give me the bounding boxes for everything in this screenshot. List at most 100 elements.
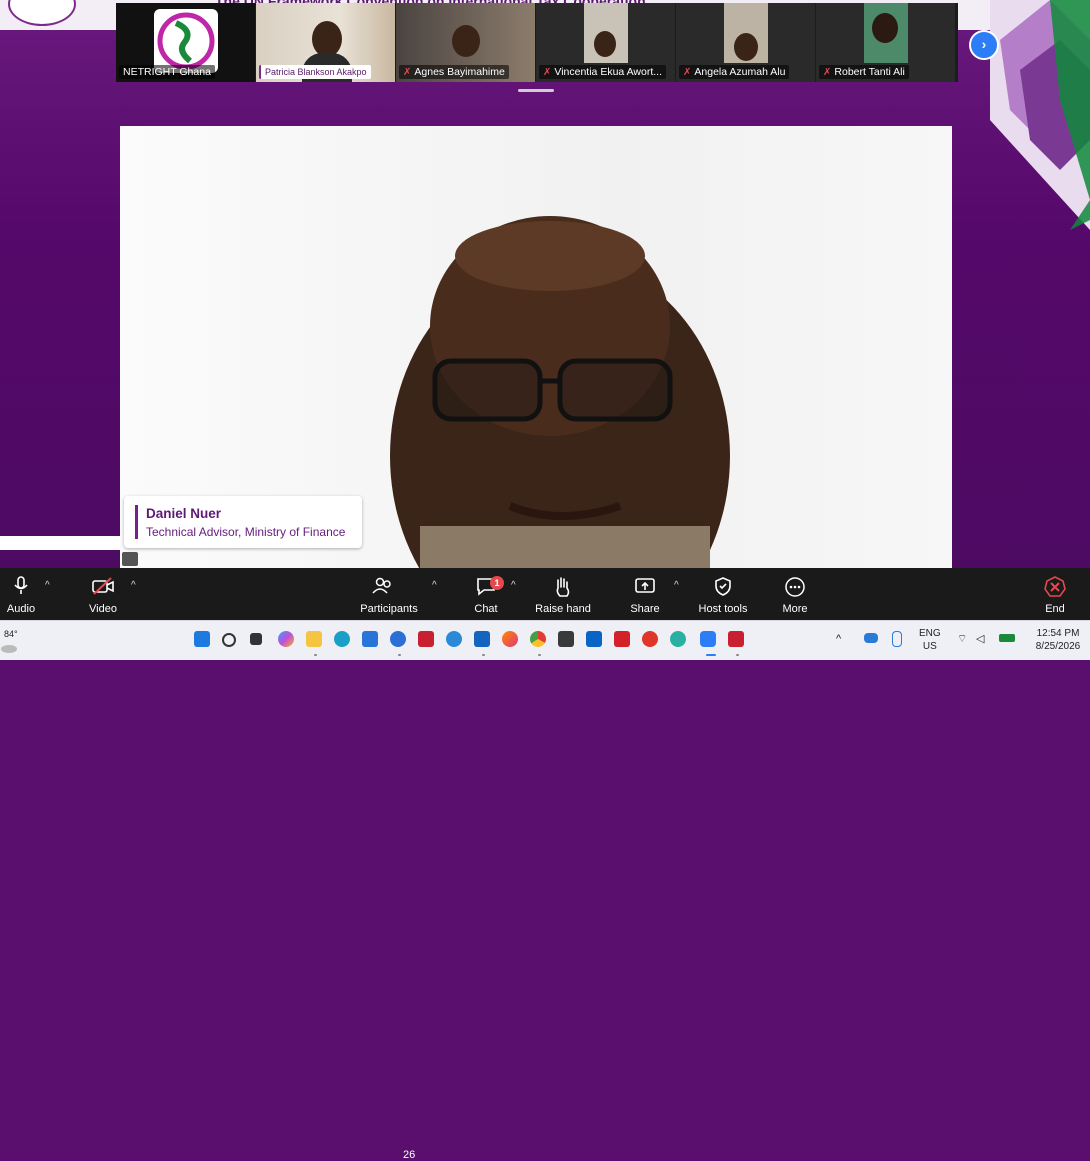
mic-muted-icon: ✗ bbox=[683, 67, 692, 78]
region-code: US bbox=[922, 641, 937, 652]
running-indicator bbox=[398, 654, 401, 656]
mic-muted-icon: ✗ bbox=[543, 67, 552, 78]
outlook-icon[interactable] bbox=[474, 631, 490, 647]
participants-label: Participants bbox=[360, 603, 418, 615]
mic-muted-icon: ✗ bbox=[403, 67, 412, 78]
more-button[interactable]: More bbox=[776, 568, 814, 620]
participant-thumbnail-strip: NETRIGHT Ghana Patricia Blankson Akakpo … bbox=[116, 3, 958, 82]
cc-icon[interactable] bbox=[642, 631, 658, 647]
clock[interactable]: 12:54 PM 8/25/2026 bbox=[1030, 627, 1086, 653]
more-label: More bbox=[782, 603, 808, 615]
connection-signal-icon[interactable] bbox=[122, 552, 138, 566]
microphone-icon bbox=[14, 576, 28, 594]
participant-tile[interactable]: ✗ Vincentia Ekua Awort... bbox=[536, 3, 675, 82]
participant-name: ✗ Vincentia Ekua Awort... bbox=[539, 65, 666, 79]
battery-icon[interactable] bbox=[999, 634, 1015, 642]
acrobat-icon[interactable] bbox=[614, 631, 630, 647]
participant-tile[interactable]: NETRIGHT Ghana bbox=[116, 3, 255, 82]
meeting-stage: The UN Framework Convention on Internati… bbox=[0, 0, 1090, 568]
speaker-volume-icon[interactable]: ◁ bbox=[976, 633, 984, 646]
audio-button[interactable]: Audio bbox=[0, 568, 42, 620]
accent-bar bbox=[135, 505, 138, 539]
speaker-title: Technical Advisor, Ministry of Finance bbox=[146, 525, 346, 539]
running-indicator bbox=[314, 654, 317, 656]
task-view-icon[interactable] bbox=[250, 633, 262, 645]
speaker-name-card: Daniel Nuer Technical Advisor, Ministry … bbox=[124, 496, 362, 548]
participant-name: ✗ Angela Azumah Alu bbox=[679, 65, 790, 79]
chat-options-chevron-icon[interactable]: ^ bbox=[511, 580, 516, 591]
participants-button[interactable]: Participants bbox=[355, 568, 423, 620]
meeting-toolbar: Audio ^ Video ^ Participants 26 ^ Chat ^… bbox=[0, 568, 1090, 1161]
slide-edge bbox=[0, 536, 120, 550]
next-page-chevron-icon[interactable]: › bbox=[969, 30, 999, 60]
speaker-name: Daniel Nuer bbox=[146, 506, 222, 521]
chat-unread-badge: 1 bbox=[490, 576, 504, 590]
chrome-icon[interactable] bbox=[530, 631, 546, 647]
file-explorer-icon[interactable] bbox=[306, 631, 322, 647]
search-icon[interactable] bbox=[222, 633, 236, 647]
wifi-icon[interactable]: ⌔ bbox=[957, 633, 967, 646]
clock-time: 12:54 PM bbox=[1036, 628, 1080, 639]
video-options-chevron-icon[interactable]: ^ bbox=[131, 580, 136, 591]
event-logo bbox=[8, 0, 76, 26]
active-indicator bbox=[706, 654, 716, 656]
participant-name: Patricia Blankson Akakpo bbox=[259, 65, 371, 79]
edge-beta-icon[interactable] bbox=[670, 631, 686, 647]
participant-tile[interactable]: Patricia Blankson Akakpo bbox=[256, 3, 395, 82]
share-label: Share bbox=[630, 603, 660, 615]
microphone-tray-icon[interactable] bbox=[892, 631, 902, 647]
running-indicator bbox=[538, 654, 541, 656]
host-tools-label: Host tools bbox=[698, 603, 748, 615]
participants-options-chevron-icon[interactable]: ^ bbox=[432, 580, 437, 591]
host-tools-button[interactable]: Host tools bbox=[694, 568, 752, 620]
mcafee-icon[interactable] bbox=[418, 631, 434, 647]
sticky-icon[interactable] bbox=[558, 631, 574, 647]
show-hidden-icons-chevron-icon[interactable]: ^ bbox=[836, 633, 841, 646]
weather-cloud-icon bbox=[1, 645, 17, 653]
raise-hand-button[interactable]: Raise hand bbox=[535, 568, 591, 620]
audio-label: Audio bbox=[6, 603, 36, 615]
app-icon[interactable] bbox=[446, 631, 462, 647]
zoom-icon[interactable] bbox=[700, 631, 716, 647]
video-off-icon bbox=[92, 577, 114, 595]
participant-name: NETRIGHT Ghana bbox=[119, 65, 215, 79]
end-call-icon bbox=[1044, 576, 1066, 597]
participant-tile[interactable]: ✗ Angela Azumah Alu bbox=[676, 3, 815, 82]
share-button[interactable]: Share bbox=[626, 568, 664, 620]
participant-name: ✗ Robert Tanti Ali bbox=[819, 65, 909, 79]
participant-name: ✗ Agnes Bayimahime bbox=[399, 65, 509, 79]
raise-hand-icon bbox=[556, 577, 570, 597]
store-icon[interactable] bbox=[362, 631, 378, 647]
participant-tile[interactable]: ✗ Robert Tanti Ali bbox=[816, 3, 955, 82]
language-indicator[interactable]: ENG US bbox=[919, 627, 941, 653]
end-meeting-button[interactable]: End bbox=[1036, 568, 1074, 620]
windows-start-icon[interactable] bbox=[194, 631, 210, 647]
copilot-icon[interactable] bbox=[278, 631, 294, 647]
strip-drag-handle[interactable] bbox=[518, 89, 554, 92]
video-label: Video bbox=[89, 603, 117, 615]
running-indicator bbox=[736, 654, 739, 656]
more-options-icon bbox=[785, 577, 805, 597]
participant-tile[interactable]: ✗ Agnes Bayimahime bbox=[396, 3, 535, 82]
share-screen-icon bbox=[635, 578, 655, 593]
language-code: ENG bbox=[919, 628, 941, 639]
participants-count: 26 bbox=[403, 1149, 416, 1161]
video-button[interactable]: Video bbox=[82, 568, 124, 620]
shield-icon bbox=[715, 577, 731, 596]
share-options-chevron-icon[interactable]: ^ bbox=[674, 580, 679, 591]
edge-icon[interactable] bbox=[334, 631, 350, 647]
raise-hand-label: Raise hand bbox=[535, 603, 591, 615]
firefox-icon[interactable] bbox=[502, 631, 518, 647]
audio-options-chevron-icon[interactable]: ^ bbox=[45, 580, 50, 591]
participants-icon bbox=[372, 577, 391, 594]
help-icon[interactable] bbox=[390, 631, 406, 647]
mic-muted-icon: ✗ bbox=[823, 67, 832, 78]
windows-taskbar: 84° ^ ENG US ⌔ ◁ 12:54 PM 8/25/2026 bbox=[0, 620, 1090, 660]
netright-logo-icon bbox=[154, 9, 218, 73]
running-indicator bbox=[482, 654, 485, 656]
outlook-new-icon[interactable] bbox=[586, 631, 602, 647]
weather-widget[interactable]: 84° bbox=[4, 629, 18, 639]
onedrive-cloud-icon[interactable] bbox=[864, 633, 878, 643]
end-label: End bbox=[1045, 603, 1065, 615]
mcafee-shield-icon[interactable] bbox=[728, 631, 744, 647]
